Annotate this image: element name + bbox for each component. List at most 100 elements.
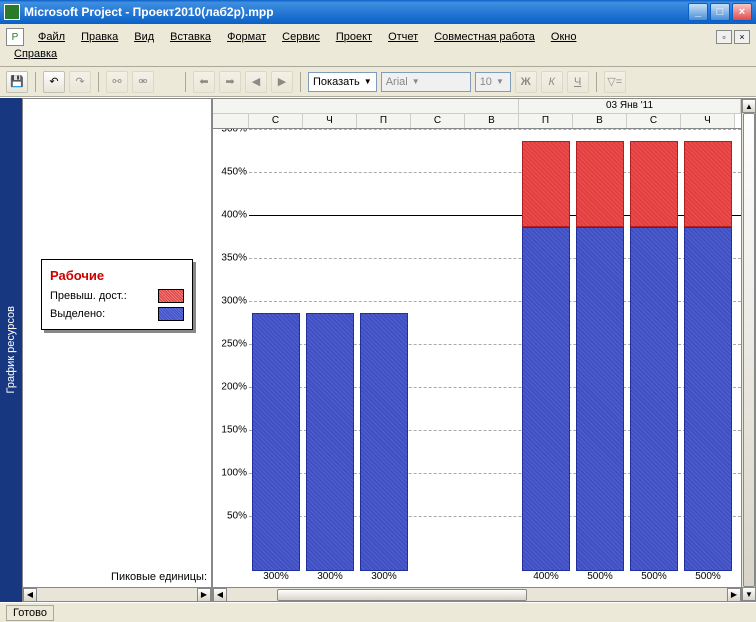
legend-alloc-label: Выделено: [50, 308, 105, 320]
bar-allocated [630, 227, 678, 571]
day-header: Ч [681, 114, 735, 128]
y-tick: 100% [221, 468, 247, 479]
y-tick: 50% [227, 511, 247, 522]
scroll-down-button[interactable]: ▼ [742, 587, 756, 601]
menubar: P Файл Правка Вид Вставка Формат Сервис … [0, 24, 756, 67]
scroll-left-button[interactable]: ◀ [23, 588, 37, 602]
scroll-up-button[interactable]: ▲ [742, 99, 756, 113]
bar-overallocated [684, 141, 732, 227]
date-header: 03 Янв '11 [519, 99, 741, 113]
filter-button[interactable]: ▽= [604, 71, 626, 93]
minimize-button[interactable]: _ [688, 3, 708, 21]
arrow-left-icon: ⬅ [199, 75, 208, 88]
italic-button[interactable]: К [541, 71, 563, 93]
show-label: Показать [313, 76, 360, 88]
vscroll[interactable]: ▲ ▼ [741, 99, 755, 601]
disk-icon: 💾 [10, 75, 24, 88]
chart-hscroll[interactable]: ◀ ▶ [213, 587, 741, 601]
bar-overallocated [576, 141, 624, 227]
peak-value: 300% [357, 571, 411, 582]
arrow-right-icon: ➡ [225, 75, 234, 88]
menu-help[interactable]: Справка [6, 46, 65, 62]
scroll-left-button[interactable]: ◀ [213, 588, 227, 602]
y-tick: 200% [221, 382, 247, 393]
y-tick: 400% [221, 210, 247, 221]
show-dropdown[interactable]: Показать ▼ [308, 72, 377, 92]
day-header: С [627, 114, 681, 128]
day-header: П [519, 114, 573, 128]
bar-allocated [576, 227, 624, 571]
chevron-down-icon: ▼ [412, 77, 420, 86]
menu-report[interactable]: Отчет [380, 29, 426, 45]
chevron-down-icon: ▼ [496, 77, 504, 86]
legend-hscroll[interactable]: ◀ ▶ [23, 587, 211, 601]
toolbar: 💾 ↶ ↷ ⚯ ⚮ ⬅ ➡ ◀ ▶ Показать ▼ Arial ▼ 10 … [0, 67, 756, 97]
menu-service[interactable]: Сервис [274, 29, 328, 45]
unlink-icon: ⚮ [138, 75, 147, 88]
bold-button[interactable]: Ж [515, 71, 537, 93]
undo-button[interactable]: ↶ [43, 71, 65, 93]
peak-value: 300% [249, 571, 303, 582]
menu-window[interactable]: Окно [543, 29, 585, 45]
y-tick: 250% [221, 339, 247, 350]
bar-allocated [522, 227, 570, 571]
close-button[interactable]: × [732, 3, 752, 21]
filter-icon: ▽= [607, 75, 622, 88]
outdent-button: ◀ [245, 71, 267, 93]
peak-value: 500% [573, 571, 627, 582]
titlebar[interactable]: Microsoft Project - Проект2010(лаб2р).mp… [0, 0, 756, 24]
app-icon [4, 4, 20, 20]
font-name-value: Arial [386, 76, 408, 88]
indent-button: ▶ [271, 71, 293, 93]
redo-icon: ↷ [75, 75, 84, 88]
peak-value: 500% [681, 571, 735, 582]
menu-file[interactable]: Файл [30, 29, 73, 45]
maximize-button[interactable]: □ [710, 3, 730, 21]
project-icon[interactable]: P [6, 28, 24, 46]
scroll-thumb-v[interactable] [743, 113, 755, 587]
font-size-dropdown[interactable]: 10 ▼ [475, 72, 511, 92]
legend-title: Рабочие [50, 268, 184, 283]
scroll-right-button[interactable]: ▶ [197, 588, 211, 602]
save-button[interactable]: 💾 [6, 71, 28, 93]
nav-back-button: ⬅ [193, 71, 215, 93]
day-header: В [465, 114, 519, 128]
menu-project[interactable]: Проект [328, 29, 380, 45]
bar-allocated [252, 313, 300, 571]
outdent-icon: ◀ [252, 75, 260, 88]
window-title: Microsoft Project - Проект2010(лаб2р).mp… [24, 5, 688, 19]
scroll-thumb[interactable] [277, 589, 527, 601]
font-size-value: 10 [480, 76, 492, 88]
font-name-dropdown[interactable]: Arial ▼ [381, 72, 471, 92]
day-header: П [357, 114, 411, 128]
sidebar[interactable]: График ресурсов [0, 98, 22, 602]
doc-close-button[interactable]: × [734, 30, 750, 44]
menu-format[interactable]: Формат [219, 29, 274, 45]
menu-view[interactable]: Вид [126, 29, 162, 45]
doc-restore-button[interactable]: ▫ [716, 30, 732, 44]
underline-button[interactable]: Ч [567, 71, 589, 93]
bar-overallocated [522, 141, 570, 227]
bar-allocated [684, 227, 732, 571]
y-tick: 300% [221, 296, 247, 307]
legend-over-label: Превыш. дост.: [50, 290, 127, 302]
menu-collab[interactable]: Совместная работа [426, 29, 543, 45]
day-header: В [573, 114, 627, 128]
peak-value: 300% [303, 571, 357, 582]
unlink-button: ⚮ [132, 71, 154, 93]
peak-value: 400% [519, 571, 573, 582]
undo-icon: ↶ [49, 75, 58, 88]
redo-button[interactable]: ↷ [69, 71, 91, 93]
menu-insert[interactable]: Вставка [162, 29, 219, 45]
day-header: С [411, 114, 465, 128]
legend-swatch-red [158, 289, 184, 303]
scroll-right-button[interactable]: ▶ [727, 588, 741, 602]
y-tick: 500% [221, 129, 247, 135]
link-icon: ⚯ [112, 75, 121, 88]
bar-allocated [360, 313, 408, 571]
sidebar-label: График ресурсов [5, 306, 17, 393]
y-tick: 150% [221, 425, 247, 436]
nav-fwd-button: ➡ [219, 71, 241, 93]
menu-edit[interactable]: Правка [73, 29, 126, 45]
day-header: Ч [303, 114, 357, 128]
